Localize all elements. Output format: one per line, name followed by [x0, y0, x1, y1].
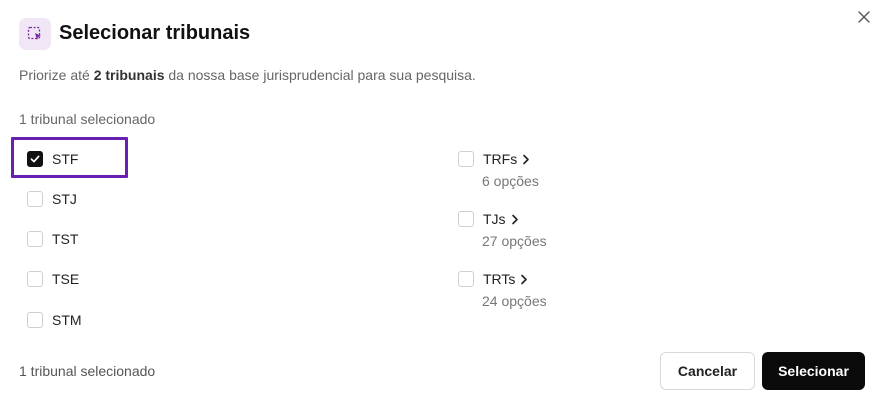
group-label: TJs: [483, 211, 506, 227]
dialog-title: Selecionar tribunais: [59, 22, 251, 44]
checkbox[interactable]: [27, 271, 43, 287]
tribunal-option-stm[interactable]: STM: [27, 311, 82, 329]
checkbox[interactable]: [27, 312, 43, 328]
chevron-right-icon: [522, 153, 532, 165]
chevron-right-icon: [520, 273, 530, 285]
group-label: TRTs: [483, 271, 516, 287]
dialog-description: Priorize até 2 tribunais da nossa base j…: [19, 67, 476, 83]
group-count: 27 opções: [482, 233, 547, 249]
checkbox[interactable]: [27, 191, 43, 207]
checkbox-checked[interactable]: [27, 151, 43, 167]
select-button[interactable]: Selecionar: [762, 352, 865, 390]
tribunal-label: STF: [52, 151, 79, 167]
tribunal-option-tst[interactable]: TST: [27, 230, 78, 248]
tribunal-label: STJ: [52, 191, 77, 207]
checkbox[interactable]: [27, 231, 43, 247]
group-option-tjs[interactable]: TJs 27 opções: [458, 210, 547, 250]
group-option-trfs[interactable]: TRFs 6 opções: [458, 150, 539, 190]
checkbox[interactable]: [458, 271, 474, 287]
close-icon: [858, 11, 870, 23]
checkbox[interactable]: [458, 151, 474, 167]
check-icon: [30, 155, 40, 163]
selected-count-bottom: 1 tribunal selecionado: [19, 363, 156, 379]
close-button[interactable]: [855, 8, 873, 26]
tribunal-label: STM: [52, 312, 82, 328]
group-count: 6 opções: [482, 173, 539, 189]
select-icon: [19, 18, 51, 50]
tribunal-option-stj[interactable]: STJ: [27, 190, 77, 208]
checkbox[interactable]: [458, 211, 474, 227]
tribunal-option-tse[interactable]: TSE: [27, 270, 79, 288]
tribunal-label: TST: [52, 231, 79, 247]
chevron-right-icon: [511, 213, 521, 225]
selected-count-top: 1 tribunal selecionado: [19, 111, 156, 127]
cancel-button[interactable]: Cancelar: [660, 352, 755, 390]
group-count: 24 opções: [482, 293, 547, 309]
group-label: TRFs: [483, 151, 518, 167]
group-option-trts[interactable]: TRTs 24 opções: [458, 270, 547, 310]
tribunal-option-stf[interactable]: STF: [27, 150, 78, 168]
tribunal-label: TSE: [52, 271, 80, 287]
